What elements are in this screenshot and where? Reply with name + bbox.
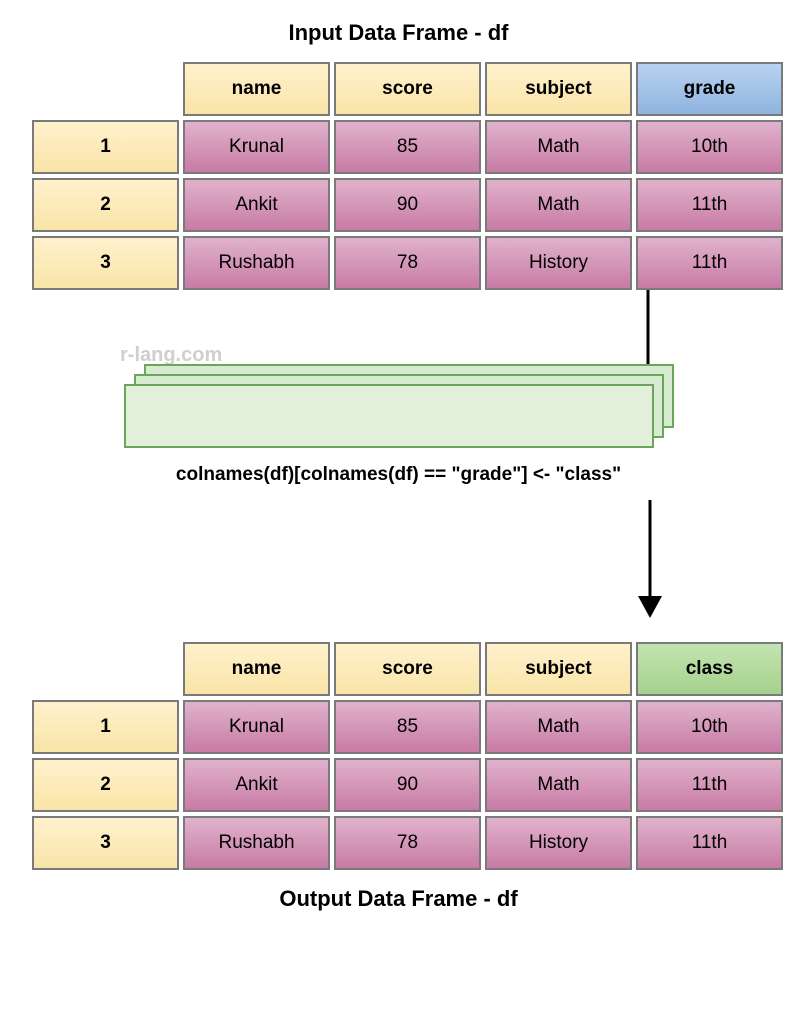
cell: Math — [485, 700, 632, 754]
row-index: 2 — [32, 178, 179, 232]
cell: Rushabh — [183, 816, 330, 870]
table-row: 1 Krunal 85 Math 10th — [32, 120, 783, 174]
table-row: 2 Ankit 90 Math 11th — [32, 758, 783, 812]
table-corner — [32, 642, 179, 696]
col-header-class-highlighted: class — [636, 642, 783, 696]
cell: Ankit — [183, 178, 330, 232]
row-index: 1 — [32, 120, 179, 174]
arrow-down-icon — [10, 500, 787, 620]
cell: Rushabh — [183, 236, 330, 290]
input-title: Input Data Frame - df — [10, 20, 787, 46]
cell: 85 — [334, 700, 481, 754]
cell: 10th — [636, 120, 783, 174]
col-header-grade-highlighted: grade — [636, 62, 783, 116]
cell: Math — [485, 120, 632, 174]
cell: 78 — [334, 816, 481, 870]
table-row: 3 Rushabh 78 History 11th — [32, 816, 783, 870]
col-header-subject: subject — [485, 642, 632, 696]
cell: 11th — [636, 236, 783, 290]
row-index: 2 — [32, 758, 179, 812]
table-row: 2 Ankit 90 Math 11th — [32, 178, 783, 232]
row-index: 3 — [32, 816, 179, 870]
stack-layer — [124, 384, 654, 448]
cell: 85 — [334, 120, 481, 174]
table-row: 3 Rushabh 78 History 11th — [32, 236, 783, 290]
code-operation: colnames(df)[colnames(df) == "grade"] <-… — [10, 464, 787, 486]
row-index: 3 — [32, 236, 179, 290]
output-title: Output Data Frame - df — [10, 886, 787, 912]
cell: Math — [485, 178, 632, 232]
table-corner — [32, 62, 179, 116]
cell: Math — [485, 758, 632, 812]
cell: 10th — [636, 700, 783, 754]
cell: History — [485, 816, 632, 870]
cell: 90 — [334, 758, 481, 812]
cell: Ankit — [183, 758, 330, 812]
cell: 11th — [636, 816, 783, 870]
col-header-score: score — [334, 642, 481, 696]
col-header-score: score — [334, 62, 481, 116]
cell: 11th — [636, 758, 783, 812]
table-row: 1 Krunal 85 Math 10th — [32, 700, 783, 754]
output-dataframe-table: name score subject class 1 Krunal 85 Mat… — [28, 638, 787, 874]
cell: 90 — [334, 178, 481, 232]
col-header-subject: subject — [485, 62, 632, 116]
row-index: 1 — [32, 700, 179, 754]
cell: Krunal — [183, 700, 330, 754]
process-stack — [124, 364, 674, 454]
cell: 11th — [636, 178, 783, 232]
input-dataframe-table: name score subject grade 1 Krunal 85 Mat… — [28, 58, 787, 294]
col-header-name: name — [183, 62, 330, 116]
col-header-name: name — [183, 642, 330, 696]
cell: History — [485, 236, 632, 290]
cell: 78 — [334, 236, 481, 290]
cell: Krunal — [183, 120, 330, 174]
